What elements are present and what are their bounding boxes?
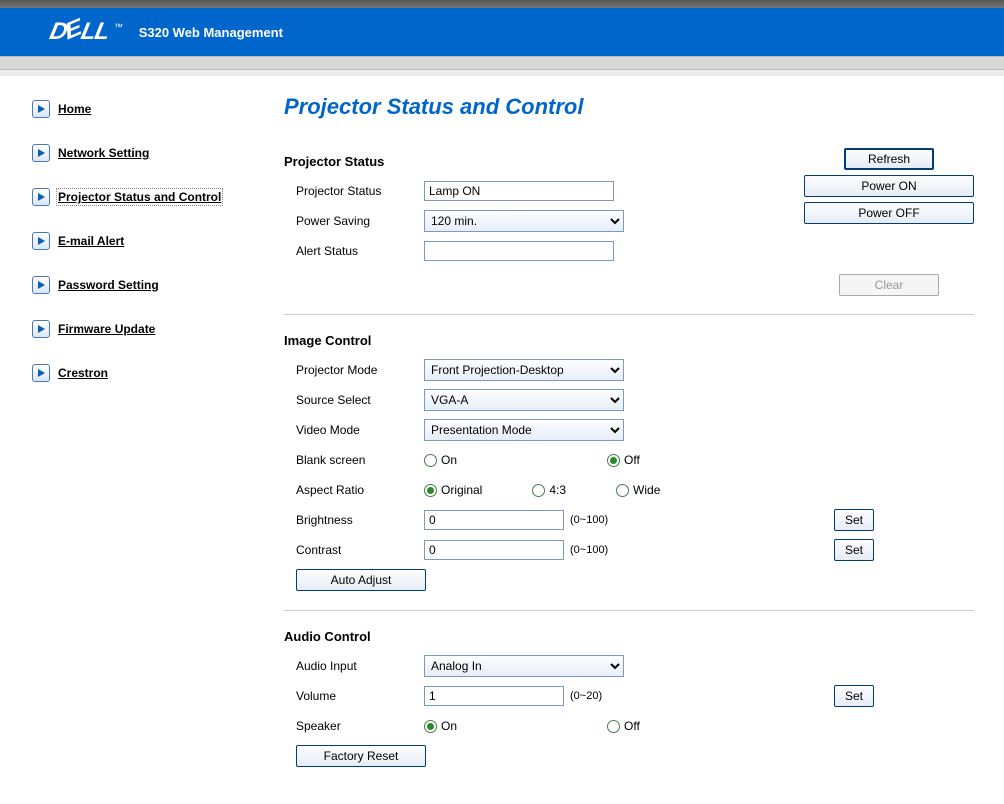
sidebar-item-network-setting[interactable]: Network Setting xyxy=(32,144,264,162)
sidebar-item-home[interactable]: Home xyxy=(32,100,264,118)
main-content: Projector Status and Control Projector S… xyxy=(274,76,1004,804)
label-projector-mode: Projector Mode xyxy=(284,363,424,377)
play-icon xyxy=(32,276,50,294)
radio-label: On xyxy=(441,453,457,467)
sidebar-item-firmware-update[interactable]: Firmware Update xyxy=(32,320,264,338)
sidebar-item-label: Home xyxy=(58,102,91,116)
brightness-set-button[interactable]: Set xyxy=(834,509,874,531)
label-power-saving: Power Saving xyxy=(284,214,424,228)
header-bar: DELL™ S320 Web Management xyxy=(0,8,1004,56)
aspect-original-radio[interactable]: Original xyxy=(424,483,482,497)
sidebar-item-password-setting[interactable]: Password Setting xyxy=(32,276,264,294)
play-icon xyxy=(32,364,50,382)
sidebar-item-label: E-mail Alert xyxy=(58,234,124,248)
label-blank-screen: Blank screen xyxy=(284,453,424,467)
label-alert-status: Alert Status xyxy=(284,244,424,258)
page-title: Projector Status and Control xyxy=(284,94,974,120)
sidebar: Home Network Setting Projector Status an… xyxy=(18,76,274,804)
separator xyxy=(284,314,974,315)
contrast-input[interactable] xyxy=(424,540,564,560)
brightness-range: (0~100) xyxy=(570,514,608,526)
label-projector-status: Projector Status xyxy=(284,184,424,198)
radio-label: Off xyxy=(624,453,640,467)
sidebar-item-email-alert[interactable]: E-mail Alert xyxy=(32,232,264,250)
speaker-on-radio[interactable]: On xyxy=(424,719,457,733)
radio-label: On xyxy=(441,719,457,733)
blank-screen-off-radio[interactable]: Off xyxy=(607,453,640,467)
play-icon xyxy=(32,100,50,118)
brightness-input[interactable] xyxy=(424,510,564,530)
label-speaker: Speaker xyxy=(284,719,424,733)
contrast-range: (0~100) xyxy=(570,544,608,556)
video-mode-select[interactable]: Presentation Mode xyxy=(424,419,624,441)
play-icon xyxy=(32,144,50,162)
window-titlebar-strip xyxy=(0,0,1004,8)
power-off-button[interactable]: Power OFF xyxy=(804,202,974,224)
volume-range: (0~20) xyxy=(570,690,602,702)
section-title-status: Projector Status xyxy=(284,154,804,169)
sidebar-item-projector-status[interactable]: Projector Status and Control xyxy=(32,188,264,206)
volume-input[interactable] xyxy=(424,686,564,706)
sidebar-item-label: Network Setting xyxy=(58,146,149,160)
separator xyxy=(284,610,974,611)
play-icon xyxy=(32,320,50,338)
dell-logo: DELL™ xyxy=(47,18,124,46)
sidebar-item-label: Password Setting xyxy=(58,278,159,292)
clear-button: Clear xyxy=(839,274,939,296)
play-icon xyxy=(32,232,50,250)
label-source-select: Source Select xyxy=(284,393,424,407)
blank-screen-on-radio[interactable]: On xyxy=(424,453,457,467)
label-brightness: Brightness xyxy=(284,513,424,527)
projector-status-field xyxy=(424,181,614,201)
source-select[interactable]: VGA-A xyxy=(424,389,624,411)
alert-status-field xyxy=(424,241,614,261)
label-video-mode: Video Mode xyxy=(284,423,424,437)
volume-set-button[interactable]: Set xyxy=(834,685,874,707)
power-on-button[interactable]: Power ON xyxy=(804,175,974,197)
projector-mode-select[interactable]: Front Projection-Desktop xyxy=(424,359,624,381)
radio-label: Off xyxy=(624,719,640,733)
play-icon xyxy=(32,188,50,206)
aspect-wide-radio[interactable]: Wide xyxy=(616,483,660,497)
aspect-43-radio[interactable]: 4:3 xyxy=(532,483,566,497)
toolbar-strip xyxy=(0,56,1004,70)
radio-label: Original xyxy=(441,483,482,497)
label-audio-input: Audio Input xyxy=(284,659,424,673)
sidebar-item-crestron[interactable]: Crestron xyxy=(32,364,264,382)
factory-reset-button[interactable]: Factory Reset xyxy=(296,745,426,767)
sidebar-item-label: Firmware Update xyxy=(58,322,155,336)
radio-label: Wide xyxy=(633,483,660,497)
radio-label: 4:3 xyxy=(549,483,566,497)
refresh-button[interactable]: Refresh xyxy=(844,148,934,170)
section-title-audio: Audio Control xyxy=(284,629,974,644)
label-aspect-ratio: Aspect Ratio xyxy=(284,483,424,497)
label-volume: Volume xyxy=(284,689,424,703)
sidebar-item-label: Projector Status and Control xyxy=(58,190,221,204)
auto-adjust-button[interactable]: Auto Adjust xyxy=(296,569,426,591)
label-contrast: Contrast xyxy=(284,543,424,557)
contrast-set-button[interactable]: Set xyxy=(834,539,874,561)
sidebar-item-label: Crestron xyxy=(58,366,108,380)
speaker-off-radio[interactable]: Off xyxy=(607,719,640,733)
section-title-image: Image Control xyxy=(284,333,974,348)
power-saving-select[interactable]: 120 min. xyxy=(424,210,624,232)
header-title: S320 Web Management xyxy=(139,25,283,40)
audio-input-select[interactable]: Analog In xyxy=(424,655,624,677)
